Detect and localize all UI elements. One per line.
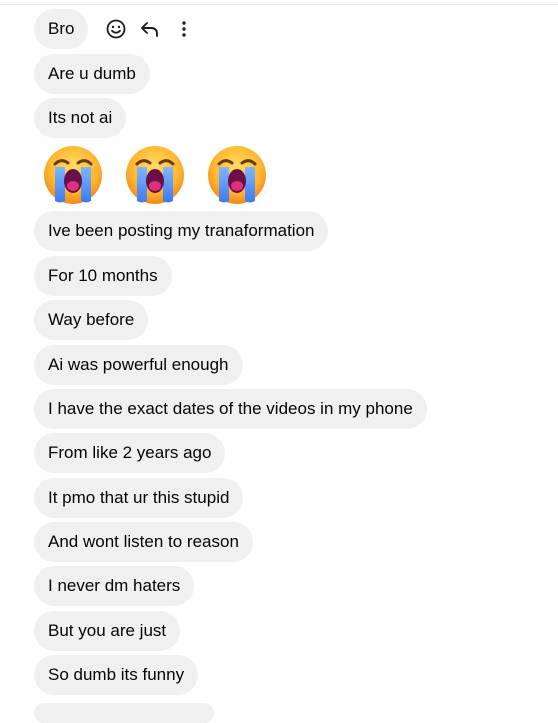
message-bubble[interactable]: But you are just: [34, 610, 181, 651]
reply-arrow-icon[interactable]: [138, 17, 162, 41]
message-bubble[interactable]: It pmo that ur this stupid: [34, 477, 244, 518]
smiley-face-icon[interactable]: [104, 17, 128, 41]
message-bubble[interactable]: Way before: [34, 300, 149, 341]
message-bubble[interactable]: Bro: [34, 9, 89, 50]
message-bubble[interactable]: Ai was powerful enough: [34, 344, 243, 385]
message-row: Ai was powerful enough: [34, 342, 558, 386]
loudly-crying-face-emoji: [208, 146, 266, 205]
message-row: For 10 months: [34, 254, 558, 298]
emoji-message[interactable]: [43, 144, 558, 206]
partial-message-bubble[interactable]: [34, 703, 214, 723]
message-thread: Bro Are u dumb Its not ai Ive been posti…: [34, 7, 558, 697]
loudly-crying-face-emoji: [126, 146, 184, 205]
message-row: And wont listen to reason: [34, 520, 558, 564]
message-row: Way before: [34, 298, 558, 342]
message-bubble[interactable]: From like 2 years ago: [34, 433, 226, 474]
message-row: Are u dumb: [34, 51, 558, 95]
message-row: Bro: [34, 7, 558, 51]
message-row: But you are just: [34, 609, 558, 653]
top-divider: [0, 4, 558, 5]
message-bubble[interactable]: For 10 months: [34, 255, 172, 296]
message-bubble[interactable]: Ive been posting my tranaformation: [34, 211, 329, 252]
message-row: So dumb its funny: [34, 653, 558, 697]
loudly-crying-face-emoji: [44, 146, 102, 205]
message-row: I have the exact dates of the videos in …: [34, 387, 558, 431]
message-bubble[interactable]: So dumb its funny: [34, 655, 199, 696]
message-actions: [104, 17, 196, 41]
message-row: I never dm haters: [34, 564, 558, 608]
message-bubble[interactable]: Its not ai: [34, 97, 127, 138]
message-bubble[interactable]: I never dm haters: [34, 566, 195, 607]
message-row: Its not ai: [34, 96, 558, 140]
message-bubble[interactable]: And wont listen to reason: [34, 522, 253, 563]
message-bubble[interactable]: I have the exact dates of the videos in …: [34, 388, 427, 429]
message-bubble[interactable]: Are u dumb: [34, 53, 150, 94]
message-row: From like 2 years ago: [34, 431, 558, 475]
message-row: Ive been posting my tranaformation: [34, 209, 558, 253]
more-vertical-icon[interactable]: [172, 17, 196, 41]
message-row: It pmo that ur this stupid: [34, 476, 558, 520]
